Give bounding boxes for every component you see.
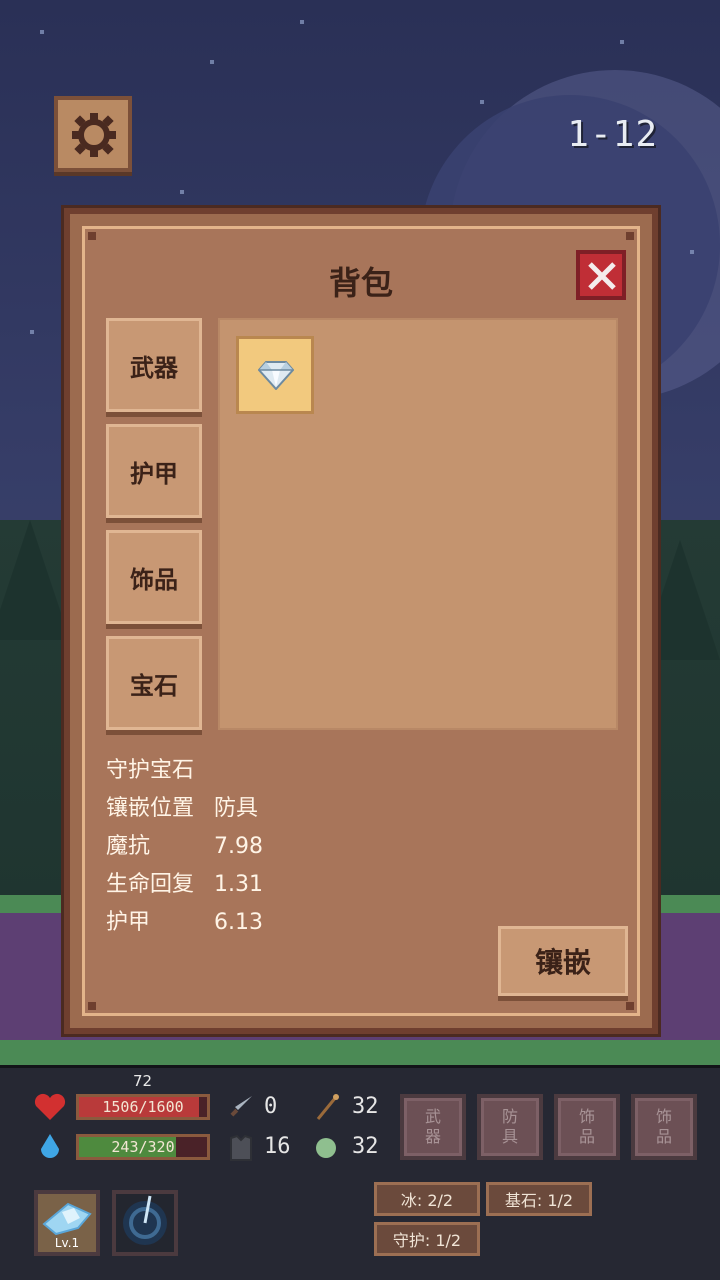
orb-value: 32 [352, 1134, 379, 1159]
star [620, 40, 624, 44]
item-name: 守护宝石 [106, 758, 195, 783]
water-drop-icon [41, 1134, 59, 1159]
equip-slot-label: 饰 [578, 1107, 595, 1126]
armor-value: 16 [264, 1134, 291, 1159]
stage-indicator: 1-12 [567, 114, 658, 155]
hp-text: 1506/1600 [102, 1098, 184, 1116]
star [300, 20, 304, 24]
equip-slot-label: 具 [501, 1127, 518, 1146]
detail-label: 镶嵌位置 [106, 796, 195, 821]
star [180, 190, 184, 194]
tab-accessory[interactable]: 饰品 [106, 530, 202, 624]
diamond-gem-icon [258, 361, 294, 390]
attack-value: 0 [264, 1094, 278, 1119]
equip-slot-label: 品 [655, 1127, 672, 1146]
equip-slot-label: 品 [578, 1127, 595, 1146]
staff-icon [316, 1094, 339, 1120]
mp-text: 243/320 [111, 1138, 175, 1156]
inlay-button[interactable]: 镶嵌 [498, 926, 628, 996]
panel-title: 背包 [328, 264, 393, 302]
detail-label: 生命回复 [106, 872, 195, 897]
detail-row: 生命回复 1.31 [106, 866, 263, 904]
skill-slot-vortex[interactable] [112, 1190, 178, 1256]
star [30, 330, 34, 334]
skill-slot-ice[interactable]: Lv.1 [34, 1190, 100, 1256]
armor-icon [230, 1134, 252, 1161]
sword-icon [230, 1096, 252, 1117]
item-grid [218, 318, 618, 730]
gem-set-chip[interactable]: 冰: 2/2 [374, 1182, 480, 1216]
arrow-value: 32 [352, 1094, 379, 1119]
equip-slot-weapon[interactable]: 武 器 [400, 1094, 466, 1160]
detail-value: 防具 [214, 796, 259, 821]
close-icon [588, 262, 616, 290]
equip-slot-armor[interactable]: 防 具 [477, 1094, 543, 1160]
detail-label: 护甲 [106, 910, 151, 935]
equip-slot-accessory-1[interactable]: 饰 品 [554, 1094, 620, 1160]
detail-value: 6.13 [214, 910, 263, 935]
gear-icon [72, 113, 116, 157]
mp-bar: 243/320 [76, 1134, 210, 1160]
detail-row: 魔抗 7.98 [106, 828, 263, 866]
detail-value: 7.98 [214, 834, 263, 859]
equip-slot-label: 武 [424, 1107, 441, 1126]
detail-row: 镶嵌位置 防具 [106, 790, 263, 828]
equip-slot-label: 器 [424, 1127, 441, 1146]
star [210, 60, 214, 64]
hp-bar: 1506/1600 [76, 1094, 210, 1120]
equip-slot-accessory-2[interactable]: 饰 品 [631, 1094, 697, 1160]
skill-level: Lv.1 [54, 1236, 80, 1250]
tab-weapon[interactable]: 武器 [106, 318, 202, 412]
heart-icon [34, 1093, 66, 1120]
detail-value: 1.31 [214, 872, 263, 897]
inventory-panel: 背包 武器 护甲 饰品 宝石 守护宝石 镶嵌位置 防具 魔抗 7.98 生命回复… [64, 208, 658, 1034]
gem-set-chip[interactable]: 守护: 1/2 [374, 1222, 480, 1256]
item-details: 守护宝石 镶嵌位置 防具 魔抗 7.98 生命回复 1.31 护甲 6.13 [106, 752, 263, 942]
orb-icon [316, 1138, 336, 1158]
detail-row: 护甲 6.13 [106, 904, 263, 942]
equip-slot-label: 防 [501, 1107, 518, 1126]
gem-set-chip[interactable]: 基石: 1/2 [486, 1182, 592, 1216]
player-level: 72 [133, 1072, 153, 1090]
star [40, 30, 44, 34]
item-slot-selected[interactable] [236, 336, 314, 414]
detail-label: 魔抗 [106, 834, 151, 859]
tab-gem[interactable]: 宝石 [106, 636, 202, 730]
equip-slot-label: 饰 [655, 1107, 672, 1126]
star [690, 250, 694, 254]
vortex-icon [123, 1195, 167, 1245]
tab-armor[interactable]: 护甲 [106, 424, 202, 518]
settings-button[interactable] [54, 96, 132, 172]
close-button[interactable] [576, 250, 626, 300]
star [480, 100, 484, 104]
